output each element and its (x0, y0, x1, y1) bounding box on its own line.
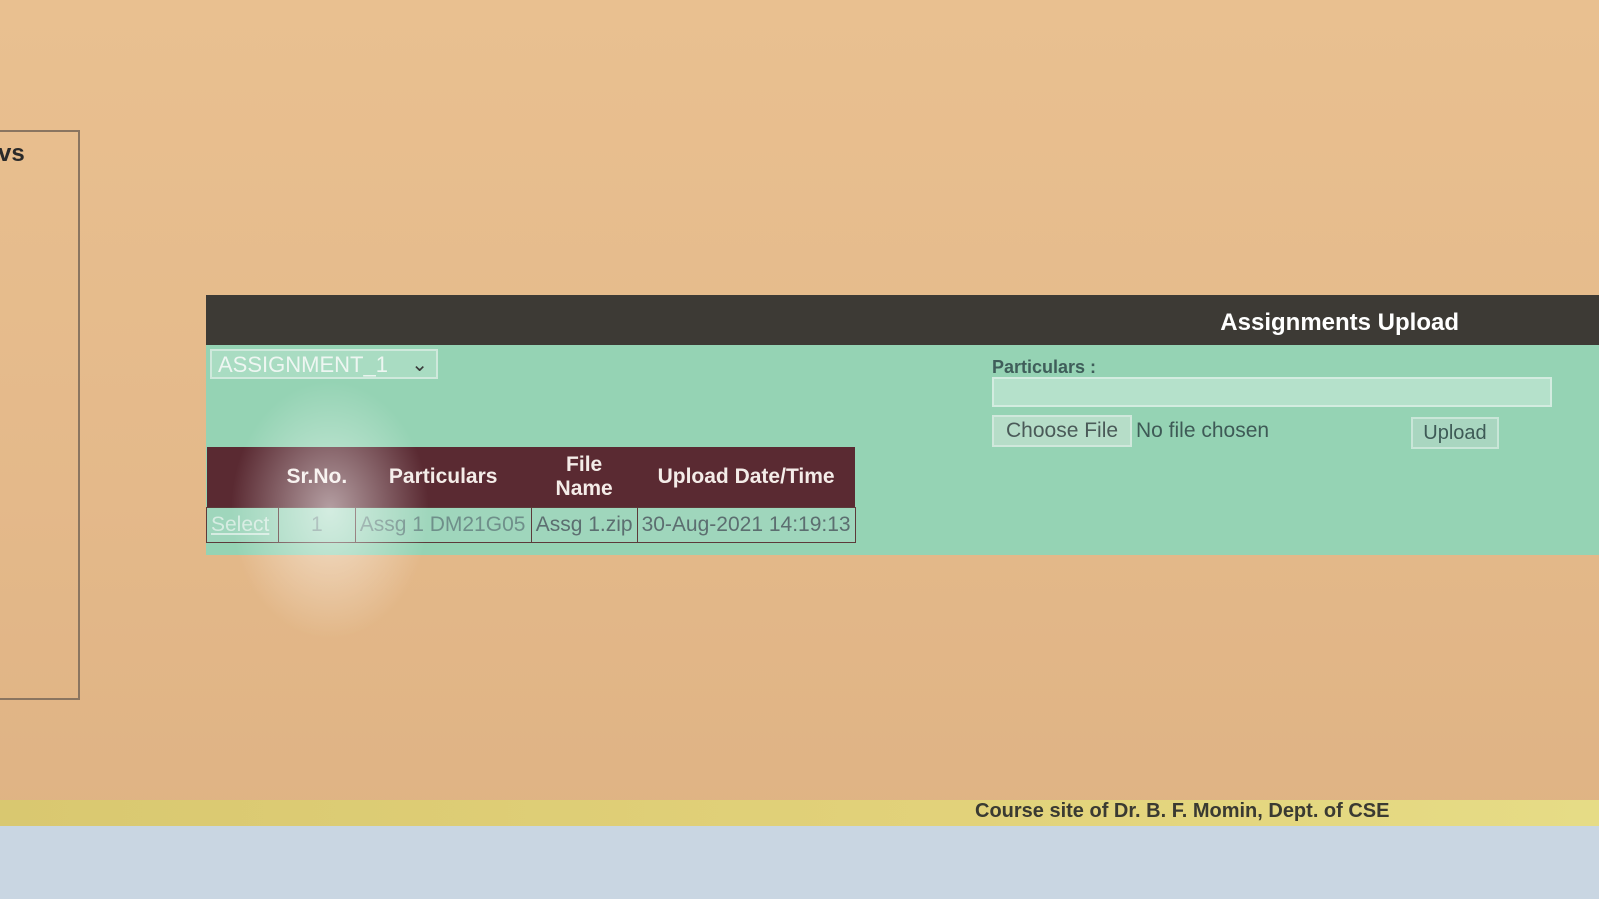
assignments-panel-body: ASSIGNMENT_1 ⌄ Sr.No. Particulars File N… (206, 345, 1599, 555)
select-column-header (206, 447, 279, 508)
bottom-strip (0, 826, 1599, 899)
panel-title: Assignments Upload (1220, 309, 1459, 336)
footer-text: Course site of Dr. B. F. Momin, Dept. of… (975, 800, 1390, 822)
table-row: Select 1 Assg 1 DM21G05 Assg 1.zip 30-Au… (206, 507, 856, 543)
particulars-cell: Assg 1 DM21G05 (354, 507, 532, 543)
assignment-select-value: ASSIGNMENT_1 (218, 352, 388, 377)
assignments-panel-header: Assignments Upload (206, 295, 1599, 345)
particulars-input[interactable] (992, 377, 1552, 407)
no-file-chosen-text: No file chosen (1136, 419, 1270, 442)
srno-cell: 1 (278, 507, 356, 543)
upload-datetime-cell: 30-Aug-2021 14:19:13 (636, 507, 856, 543)
upload-button[interactable]: Upload (1411, 417, 1499, 449)
column-header-srno[interactable]: Sr.No. (278, 447, 356, 508)
table-header-row: Sr.No. Particulars File Name Upload Date… (206, 447, 856, 508)
chevron-down-icon: ⌄ (411, 354, 428, 376)
select-cell: Select (206, 507, 279, 543)
column-header-upload-datetime[interactable]: Upload Date/Time (637, 447, 856, 508)
left-panel-title: vs (0, 140, 25, 167)
assignments-table: Sr.No. Particulars File Name Upload Date… (206, 447, 856, 543)
column-header-particulars[interactable]: Particulars (355, 447, 532, 508)
assignment-select[interactable]: ASSIGNMENT_1 ⌄ (210, 349, 438, 379)
footer-bar: Course site of Dr. B. F. Momin, Dept. of… (0, 800, 1599, 826)
choose-file-button[interactable]: Choose File (992, 415, 1133, 447)
left-side-panel: vs (0, 130, 80, 700)
column-header-filename[interactable]: File Name (531, 447, 638, 508)
select-link[interactable]: Select (211, 513, 269, 536)
filename-cell: Assg 1.zip (530, 507, 638, 543)
particulars-label: Particulars : (992, 357, 1097, 377)
